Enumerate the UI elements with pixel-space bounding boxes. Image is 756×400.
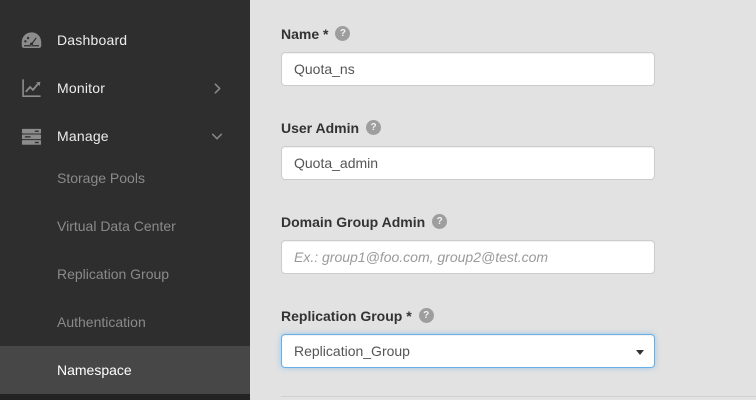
user-admin-field-label: User Admin: [281, 120, 359, 136]
name-field-label-row: Name * ?: [281, 25, 655, 42]
sidebar-item-virtual-data-center[interactable]: Virtual Data Center: [0, 202, 250, 250]
select-caret-icon: [636, 350, 644, 355]
app-window: Dashboard Monitor: [0, 0, 756, 400]
help-icon[interactable]: ?: [419, 308, 434, 323]
sidebar-item-label: Dashboard: [57, 32, 250, 48]
name-field-group: Name * ?: [281, 25, 655, 86]
sidebar-item-label: Namespace: [57, 362, 132, 378]
server-stack-icon: [20, 126, 44, 147]
sidebar-item-monitor[interactable]: Monitor: [0, 64, 250, 112]
replication-group-field-group: Replication Group * ? Replication_Group: [281, 307, 655, 368]
help-icon[interactable]: ?: [366, 120, 381, 135]
name-field-label: Name *: [281, 26, 328, 42]
help-icon[interactable]: ?: [335, 26, 350, 41]
domain-group-admin-input[interactable]: [281, 240, 655, 274]
chevron-right-icon: [211, 82, 224, 95]
gauge-icon: [20, 30, 44, 51]
sidebar-item-label: Monitor: [57, 80, 211, 96]
namespace-form-panel: Name * ? User Admin ? Domain Group Admin…: [250, 0, 756, 400]
sidebar-item-namespace[interactable]: Namespace: [0, 346, 250, 394]
domain-group-admin-field-label: Domain Group Admin: [281, 214, 425, 230]
replication-group-field-label-row: Replication Group * ?: [281, 307, 655, 324]
sidebar-item-authentication[interactable]: Authentication: [0, 298, 250, 346]
namespace-form: Name * ? User Admin ? Domain Group Admin…: [281, 25, 655, 368]
sidebar-item-label: Replication Group: [57, 266, 169, 282]
sidebar: Dashboard Monitor: [0, 0, 250, 400]
sidebar-nav: Dashboard Monitor: [0, 0, 250, 394]
sidebar-item-label: Authentication: [57, 314, 146, 330]
user-admin-field-label-row: User Admin ?: [281, 119, 655, 136]
replication-group-selected-value: Replication_Group: [294, 343, 410, 359]
replication-group-field-label: Replication Group *: [281, 308, 412, 324]
section-divider: [281, 396, 756, 397]
sidebar-item-storage-pools[interactable]: Storage Pools: [0, 154, 250, 202]
user-admin-input[interactable]: [281, 146, 655, 180]
line-chart-icon: [20, 77, 44, 99]
help-icon[interactable]: ?: [432, 214, 447, 229]
manage-submenu: Storage Pools Virtual Data Center Replic…: [0, 154, 250, 394]
sidebar-item-label: Manage: [57, 128, 210, 144]
sidebar-item-dashboard[interactable]: Dashboard: [0, 16, 250, 64]
sidebar-item-label: Storage Pools: [57, 170, 145, 186]
sidebar-item-manage[interactable]: Manage: [0, 112, 250, 160]
sidebar-bottom-divider: [0, 394, 250, 400]
name-input[interactable]: [281, 52, 655, 86]
sidebar-item-label: Virtual Data Center: [57, 218, 176, 234]
replication-group-select[interactable]: Replication_Group: [281, 334, 655, 368]
sidebar-item-replication-group[interactable]: Replication Group: [0, 250, 250, 298]
domain-group-admin-field-label-row: Domain Group Admin ?: [281, 213, 655, 230]
chevron-down-icon: [210, 130, 224, 143]
user-admin-field-group: User Admin ?: [281, 119, 655, 180]
domain-group-admin-field-group: Domain Group Admin ?: [281, 213, 655, 274]
